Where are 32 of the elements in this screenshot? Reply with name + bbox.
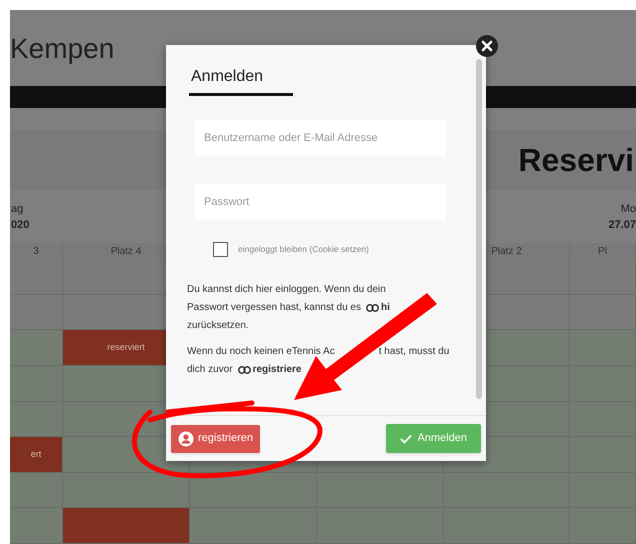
weekday-label: ag xyxy=(11,202,24,217)
column-header: Platz 2 xyxy=(491,244,522,259)
column-header: 3 xyxy=(33,244,39,259)
info-text: Wenn du noch keinen eTennis Ac xyxy=(187,345,335,359)
register-button[interactable]: registrieren xyxy=(171,424,260,452)
date-label: 27.07 xyxy=(608,218,636,233)
username-field[interactable]: Benutzername oder E-Mail Adresse xyxy=(195,120,446,156)
site-title: Kempen xyxy=(10,32,114,66)
password-field[interactable]: Passwort xyxy=(195,184,446,220)
column-header: Platz 4 xyxy=(110,244,142,259)
remember-label: eingeloggt bleiben (Cookie setzen) xyxy=(238,243,369,256)
login-button[interactable]: Anmelden xyxy=(386,424,481,453)
date-label: 020 xyxy=(11,218,30,233)
info-text: zurücksetzen. xyxy=(187,319,249,333)
user-icon xyxy=(178,430,194,446)
page-heading: Reservi xyxy=(518,141,634,180)
text-link[interactable]: hi xyxy=(380,299,390,317)
column-header: Pl xyxy=(598,244,607,259)
check-icon xyxy=(400,434,412,444)
link-icon xyxy=(238,366,251,374)
text-link[interactable]: registriere xyxy=(252,361,302,379)
reserved-slot[interactable]: ert xyxy=(10,437,63,473)
scrollbar[interactable] xyxy=(476,59,482,399)
info-text: Du kannst dich hier einloggen. Wenn du dein xyxy=(187,283,386,297)
remember-checkbox[interactable] xyxy=(213,242,228,257)
info-text: Passwort vergessen hast, kannst du es xyxy=(187,301,361,315)
reserved-slot[interactable] xyxy=(63,508,190,544)
link-icon xyxy=(366,304,379,312)
info-text: dich zuvor xyxy=(187,363,233,377)
dialog-title[interactable]: Anmelden xyxy=(189,65,293,96)
info-text: t hast, musst du xyxy=(378,345,450,359)
weekday-label: Mo xyxy=(620,202,636,217)
